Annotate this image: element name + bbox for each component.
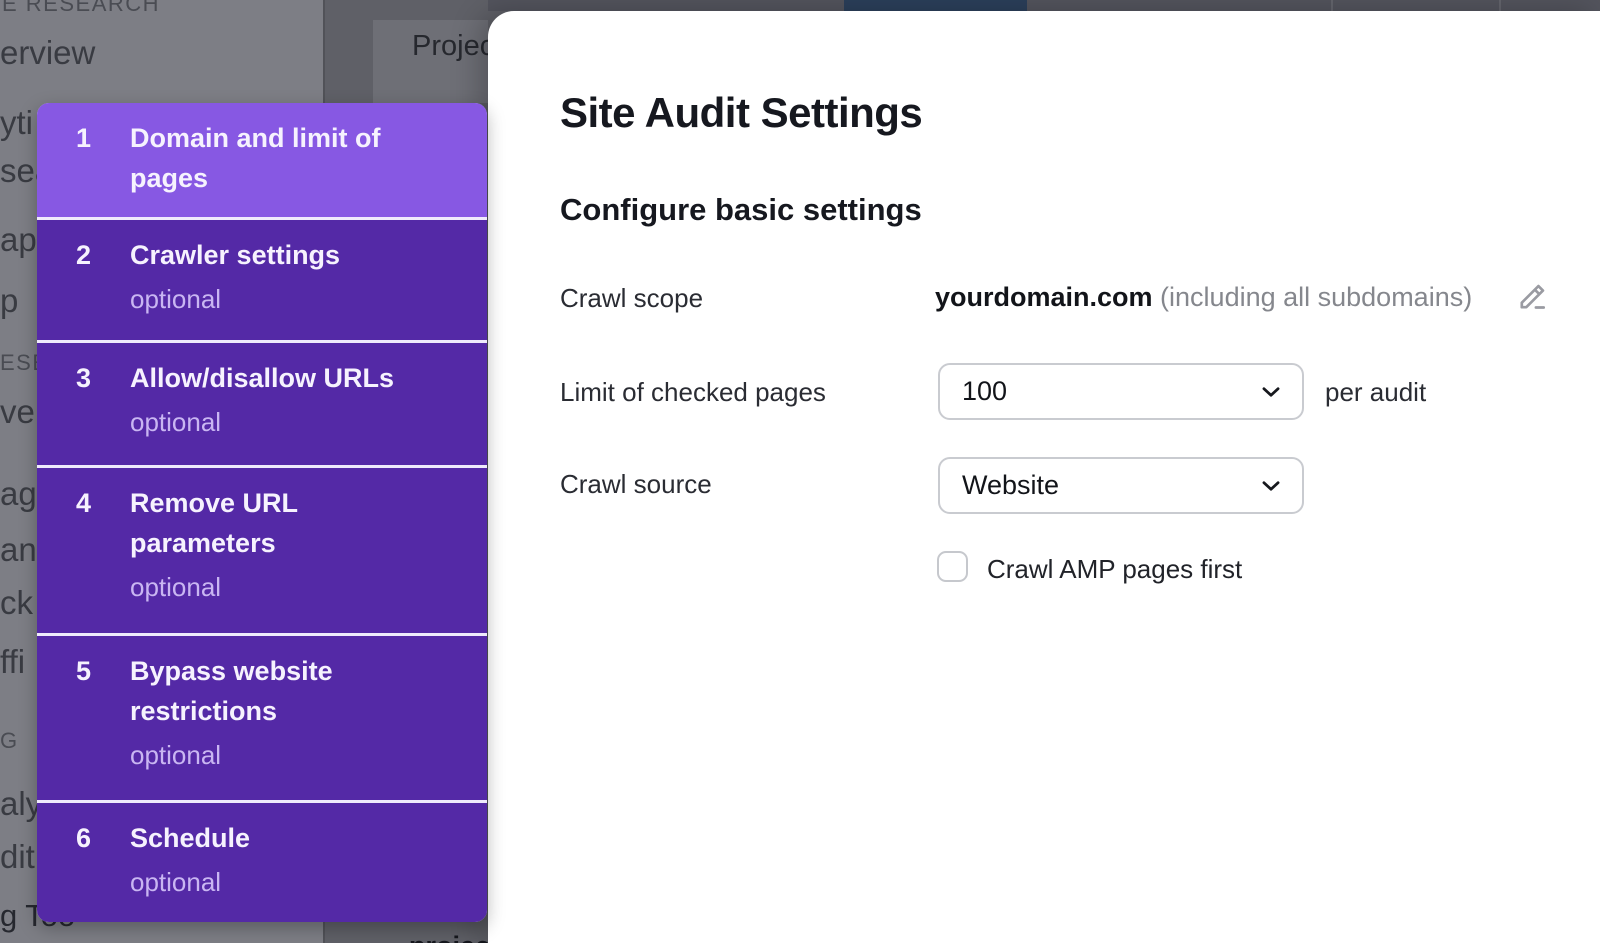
screen: E RESEARCH erview yti sea ap p ESE ver a…: [0, 0, 1600, 943]
step-title: Domain and limit of pages: [130, 118, 430, 198]
step-number: 5: [37, 651, 130, 800]
step-number: 4: [37, 483, 130, 633]
crawl-scope-note: (including all subdomains): [1160, 282, 1472, 312]
crawl-scope-value: yourdomain.com (including all subdomains…: [935, 282, 1472, 313]
bg-sidebar-fragment: aly: [0, 785, 42, 823]
bg-sidebar-fragment: G: [0, 728, 19, 754]
bg-sidebar-fragment: erview: [0, 34, 95, 72]
bg-projects-header: Projec: [373, 20, 488, 103]
bg-sidebar-fragment: ck: [0, 584, 33, 622]
step-title: Schedule: [130, 818, 430, 858]
step-optional-badge: optional: [130, 738, 487, 772]
pencil-icon: [1514, 279, 1550, 315]
bg-sidebar-fragment: dit: [0, 838, 35, 876]
step-title: Allow/disallow URLs: [130, 358, 430, 398]
step-optional-badge: optional: [130, 570, 487, 604]
step-number: 2: [37, 235, 130, 340]
bg-top-nav-separator: [1331, 0, 1333, 11]
per-audit-suffix: per audit: [1325, 377, 1426, 408]
bg-sidebar-fragment: E RESEARCH: [2, 0, 160, 17]
step-item-5-bypass-website-restrictions[interactable]: 5 Bypass website restrictions optional: [37, 636, 487, 800]
bg-sidebar-fragment: p: [0, 282, 18, 320]
step-item-2-crawler-settings[interactable]: 2 Crawler settings optional: [37, 220, 487, 340]
crawl-amp-label: Crawl AMP pages first: [987, 554, 1242, 585]
crawl-scope-domain: yourdomain.com: [935, 282, 1153, 312]
step-optional-badge: optional: [130, 405, 487, 439]
edit-crawl-scope-button[interactable]: [1514, 279, 1550, 315]
bg-top-nav-separator: [1499, 0, 1501, 11]
bg-sidebar-fragment: yti: [0, 104, 33, 142]
step-title: Bypass website restrictions: [130, 651, 430, 731]
crawl-source-selected-value: Website: [962, 470, 1258, 501]
step-number: 3: [37, 358, 130, 465]
crawl-amp-checkbox[interactable]: [937, 551, 968, 582]
step-item-3-allow-disallow-urls[interactable]: 3 Allow/disallow URLs optional: [37, 343, 487, 465]
crawl-source-select[interactable]: Website: [938, 457, 1304, 514]
limit-pages-selected-value: 100: [962, 376, 1258, 407]
chevron-down-icon: [1258, 379, 1284, 405]
chevron-down-icon: [1258, 473, 1284, 499]
step-title: Remove URL parameters: [130, 483, 430, 563]
step-item-4-remove-url-parameters[interactable]: 4 Remove URL parameters optional: [37, 468, 487, 633]
limit-pages-select[interactable]: 100: [938, 363, 1304, 420]
bg-top-nav-bar: [488, 0, 1600, 11]
limit-pages-label: Limit of checked pages: [560, 377, 826, 408]
bg-sidebar-fragment: ap: [0, 221, 37, 259]
step-number: 6: [37, 818, 130, 922]
step-item-1-domain-and-limit[interactable]: 1 Domain and limit of pages: [37, 103, 487, 217]
step-number: 1: [37, 118, 130, 217]
crawl-source-label: Crawl source: [560, 469, 712, 500]
step-title: Crawler settings: [130, 235, 430, 275]
bg-top-nav-accent: [844, 0, 1027, 11]
step-item-6-schedule[interactable]: 6 Schedule optional: [37, 803, 487, 922]
step-optional-badge: optional: [130, 282, 487, 316]
site-audit-settings-modal: Site Audit Settings Configure basic sett…: [488, 11, 1600, 943]
bg-projects-heading-text: Projec: [412, 30, 494, 63]
settings-stepper: 1 Domain and limit of pages 2 Crawler se…: [37, 103, 487, 922]
bg-sidebar-fragment: ffi: [0, 643, 25, 681]
modal-title: Site Audit Settings: [560, 89, 922, 137]
crawl-scope-label: Crawl scope: [560, 283, 703, 314]
step-optional-badge: optional: [130, 865, 487, 899]
section-title: Configure basic settings: [560, 192, 922, 228]
